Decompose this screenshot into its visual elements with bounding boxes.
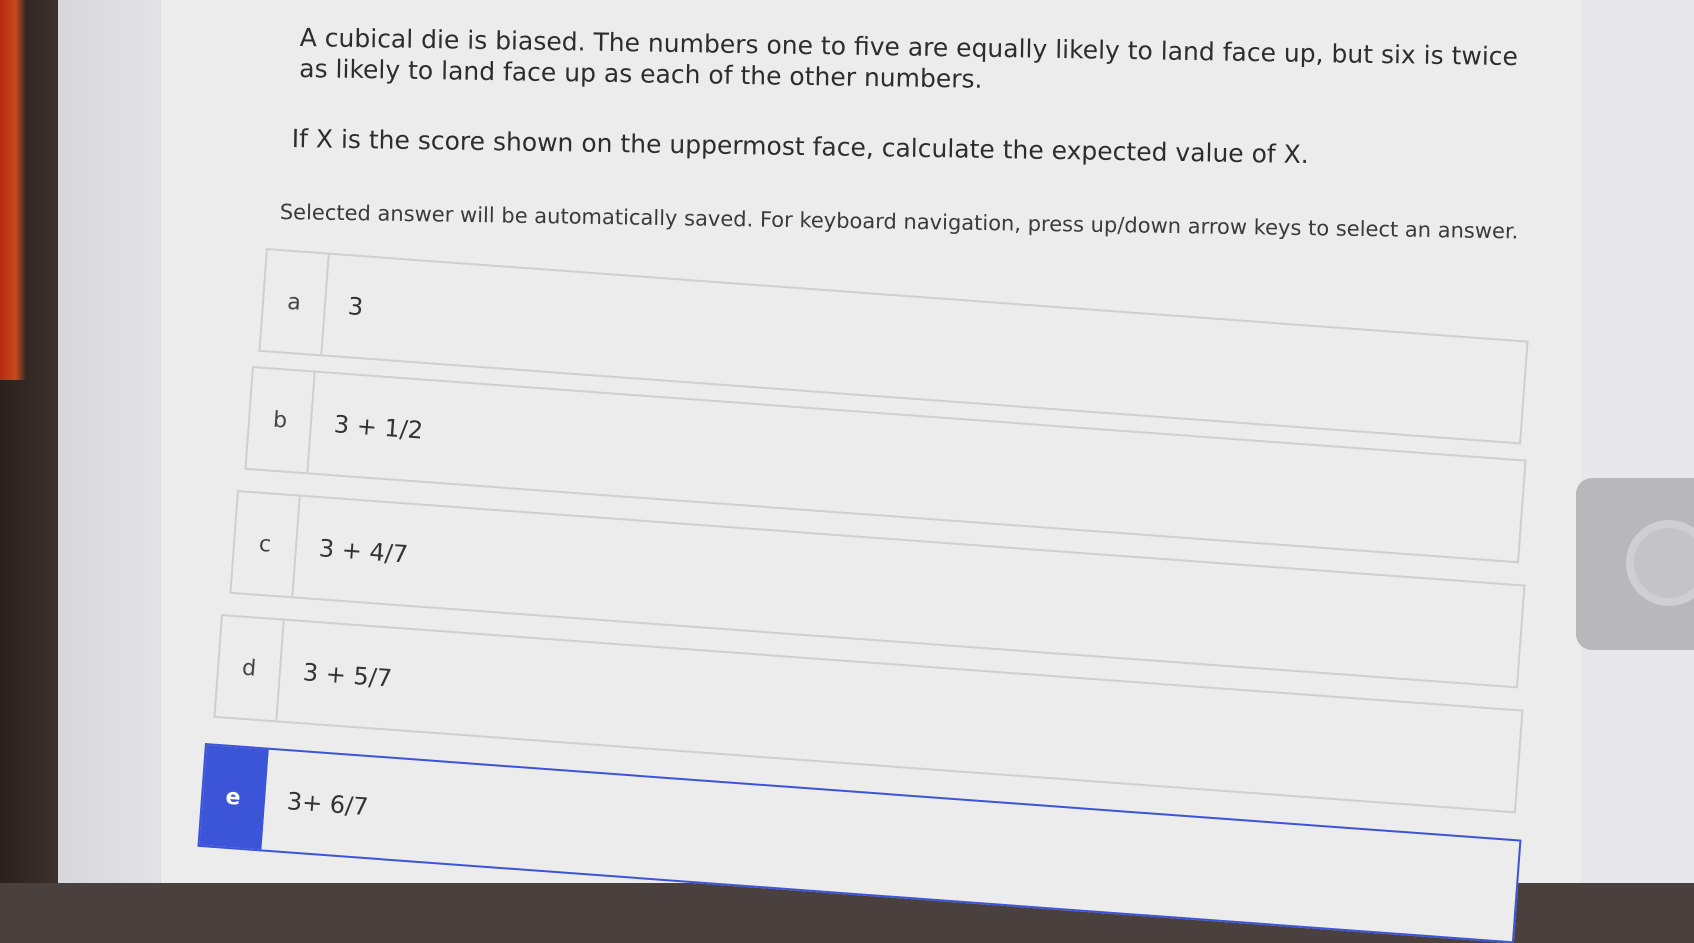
option-value: 3 + 4/7 <box>317 534 410 569</box>
option-letter: a <box>260 250 330 355</box>
option-letter: b <box>246 368 316 473</box>
answer-options: a 3 b 3 + 1/2 c 3 + 4/7 d 3 + 5/7 e 3+ 6… <box>0 0 1694 943</box>
side-scroll-handle[interactable] <box>1576 478 1694 650</box>
option-letter: d <box>215 616 285 721</box>
option-value: 3 + 5/7 <box>301 658 394 693</box>
option-value: 3 <box>346 292 365 322</box>
option-value: 3 + 1/2 <box>332 410 425 445</box>
circle-icon <box>1626 520 1694 606</box>
option-letter: c <box>231 492 301 597</box>
option-letter: e <box>199 745 269 850</box>
option-value: 3+ 6/7 <box>285 787 370 822</box>
